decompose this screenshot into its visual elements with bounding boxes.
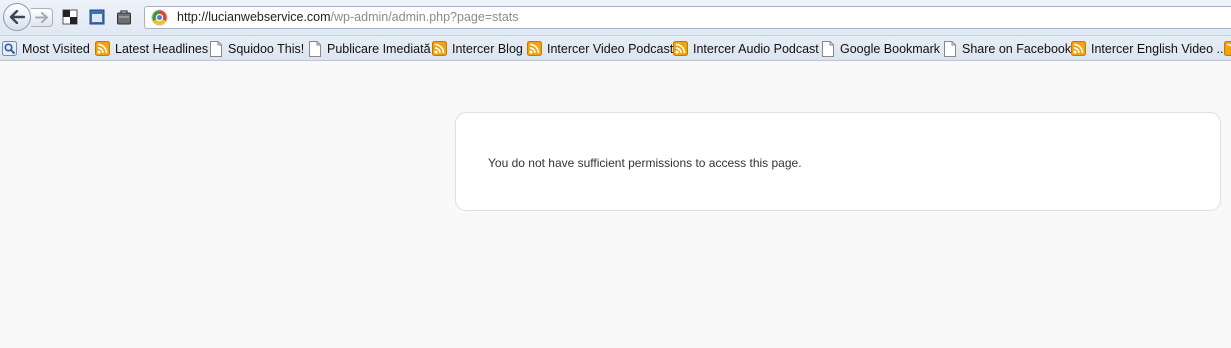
bookmark-label: Intercer Video Podcast (547, 41, 674, 56)
forward-arrow-icon (35, 12, 48, 23)
bookmark-label: Share on Facebook (962, 41, 1072, 56)
bookmark-most-visited[interactable]: Most Visited (2, 40, 90, 57)
navigation-toolbar: http://lucianwebservice.com/wp-admin/adm… (0, 0, 1231, 36)
error-message: You do not have sufficient permissions t… (488, 156, 802, 170)
page-icon (944, 40, 956, 57)
rss-feed-icon (527, 41, 542, 56)
rss-feed-icon (1224, 41, 1231, 56)
bookmark-share-on-facebook[interactable]: Share on Facebook (943, 40, 1071, 57)
bookmarks-overflow-button[interactable] (1224, 40, 1231, 57)
rss-feed-icon (95, 41, 110, 56)
addon-window-icon[interactable] (89, 9, 105, 25)
bookmark-latest-headlines[interactable]: Latest Headlines (95, 40, 208, 57)
bookmark-label: Most Visited (22, 41, 90, 56)
addon-grid-icon[interactable] (62, 9, 78, 25)
rss-feed-icon (1071, 41, 1086, 56)
url-host: http://lucianwebservice.com (177, 10, 331, 24)
bookmark-intercer-english-video[interactable]: Intercer English Video ... (1071, 40, 1227, 57)
bookmark-label: Publicare Imediată (327, 41, 431, 56)
address-bar[interactable]: http://lucianwebservice.com/wp-admin/adm… (144, 6, 1231, 29)
back-button[interactable] (3, 3, 31, 31)
rss-feed-icon (673, 41, 688, 56)
bookmark-label: Intercer Audio Podcast (693, 41, 819, 56)
bookmarks-toolbar: Most Visited Latest Headlines Squidoo Th… (0, 36, 1231, 61)
bookmark-label: Intercer Blog (452, 41, 523, 56)
page-icon (210, 40, 222, 57)
bookmark-label: Intercer English Video ... (1091, 41, 1227, 56)
bookmark-squidoo-this[interactable]: Squidoo This! (209, 40, 304, 57)
rss-feed-icon (432, 41, 447, 56)
bookmark-label: Google Bookmark (840, 41, 941, 56)
bookmark-publicare-imediata[interactable]: Publicare Imediată (308, 40, 431, 57)
addon-bag-icon[interactable] (116, 9, 132, 25)
error-message-box: You do not have sufficient permissions t… (455, 112, 1221, 211)
most-visited-icon (2, 41, 17, 56)
bookmark-label: Squidoo This! (228, 41, 305, 56)
bookmark-intercer-blog[interactable]: Intercer Blog (432, 40, 523, 57)
bookmark-google-bookmark[interactable]: Google Bookmark (821, 40, 940, 57)
bookmark-label: Latest Headlines (115, 41, 209, 56)
url-text[interactable]: http://lucianwebservice.com/wp-admin/adm… (177, 10, 519, 24)
url-path: /wp-admin/admin.php?page=stats (330, 10, 519, 24)
back-arrow-icon (9, 10, 25, 24)
page-icon (822, 40, 834, 57)
forward-button[interactable] (31, 8, 53, 27)
bookmark-intercer-audio-podcast[interactable]: Intercer Audio Podcast (673, 40, 819, 57)
bookmark-intercer-video-podcast[interactable]: Intercer Video Podcast (527, 40, 673, 57)
page-icon (309, 40, 321, 57)
page-content: You do not have sufficient permissions t… (0, 61, 1231, 348)
site-identity-icon[interactable] (151, 9, 168, 26)
